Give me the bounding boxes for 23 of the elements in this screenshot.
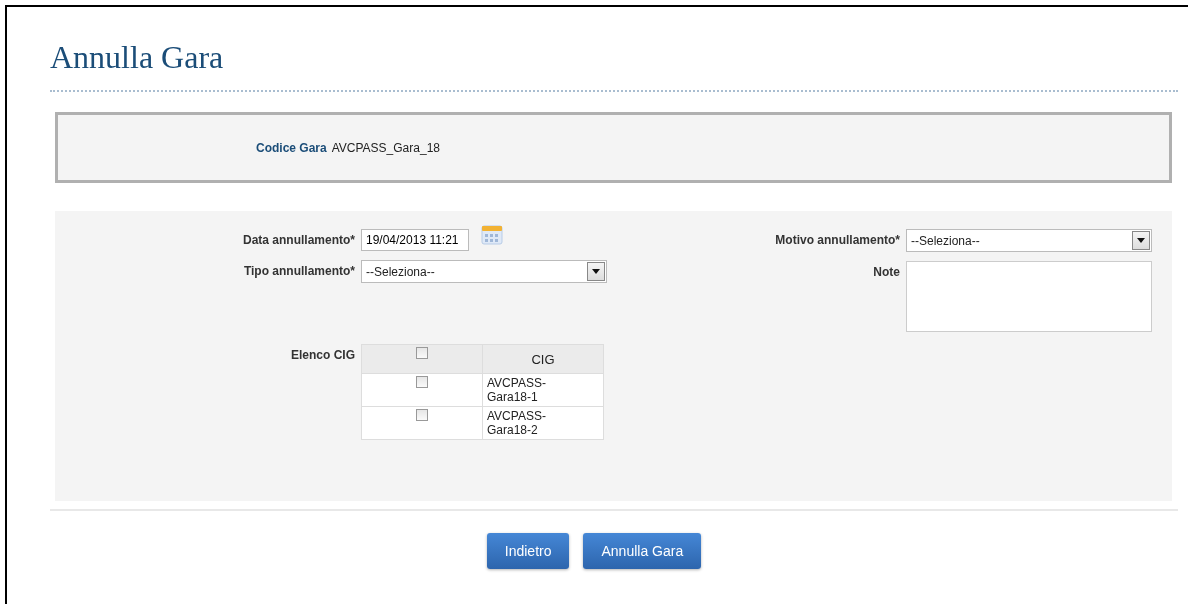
code-label: Codice Gara bbox=[256, 140, 327, 155]
field-label: Elenco CIG bbox=[290, 347, 355, 364]
select-all-checkbox[interactable] bbox=[416, 347, 428, 359]
caret-icon bbox=[592, 269, 600, 274]
action-button[interactable]: Indietro bbox=[486, 533, 570, 569]
type-dropdown[interactable]: --Seleziona-- bbox=[361, 260, 607, 283]
field-label: Data annullamento* bbox=[241, 232, 355, 249]
reason-dropdown[interactable]: --Seleziona-- bbox=[906, 229, 1152, 252]
action-button[interactable]: Annulla Gara bbox=[583, 533, 702, 569]
field-label: Motivo annullamento* bbox=[774, 232, 900, 249]
caret-icon bbox=[1137, 238, 1145, 243]
table-cell-text: AVCPASS-Gara18-1 bbox=[487, 376, 547, 404]
row-checkbox[interactable] bbox=[416, 409, 428, 421]
date-field[interactable]: 19/04/2013 11:21 bbox=[361, 229, 469, 251]
row-checkbox[interactable] bbox=[416, 376, 428, 388]
field-label: Note bbox=[872, 264, 900, 281]
table-cell-text: AVCPASS-Gara18-2 bbox=[487, 409, 547, 437]
code-value: AVCPASS_Gara_18 bbox=[331, 140, 440, 155]
notes-field[interactable] bbox=[906, 261, 1152, 332]
field-label: Tipo annullamento* bbox=[242, 263, 355, 280]
column-header: CIG bbox=[482, 344, 604, 374]
calendar-icon[interactable] bbox=[481, 225, 503, 245]
page-title: Annulla Gara bbox=[50, 38, 225, 77]
